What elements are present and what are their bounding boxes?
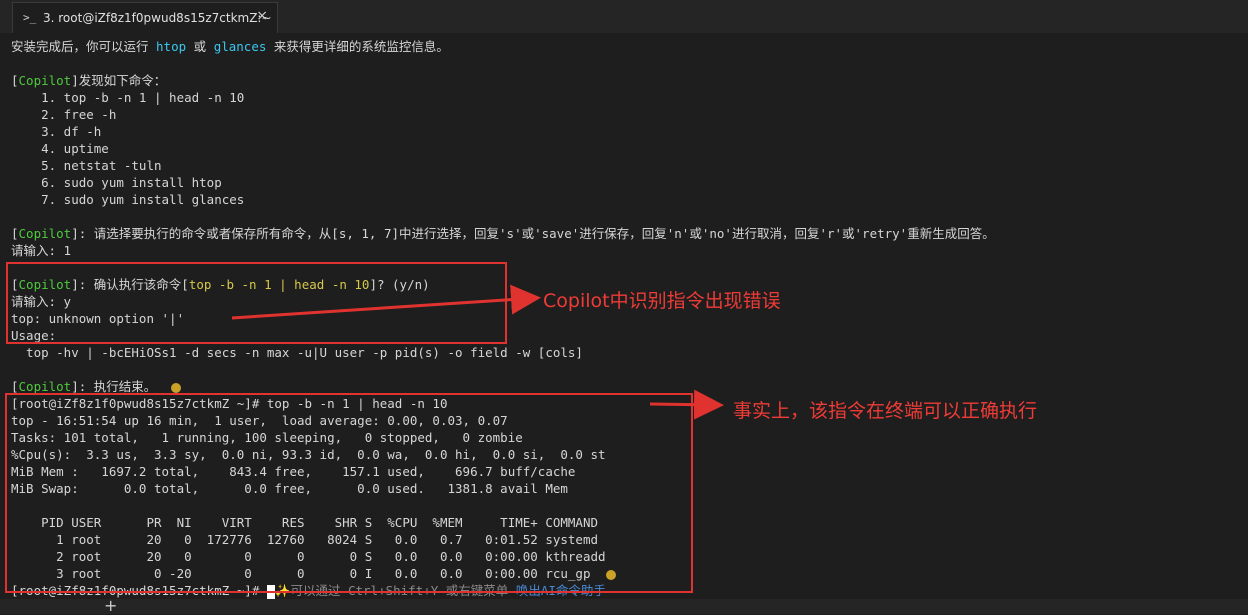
annotation-terminal-correct: 事实上，该指令在终端可以正确执行 bbox=[733, 400, 1038, 422]
add-tab-icon[interactable]: + bbox=[104, 596, 117, 615]
arrow-to-error bbox=[231, 284, 541, 320]
annotation-copilot-error: Copilot中识别指令出现错误 bbox=[543, 290, 781, 312]
bottom-bar: + bbox=[0, 596, 1248, 615]
arrow-to-terminal bbox=[649, 389, 724, 420]
